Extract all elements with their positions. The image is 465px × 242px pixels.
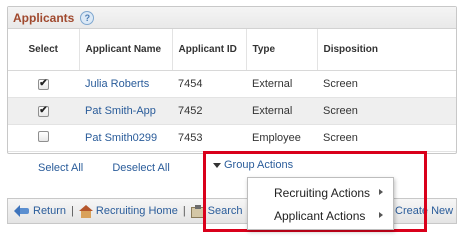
applicant-name-link[interactable]: Pat Smith-App — [85, 105, 156, 117]
deselect-all-link[interactable]: Deselect All — [112, 162, 169, 174]
applicant-disposition: Screen — [317, 70, 456, 98]
column-header-disposition: Disposition — [316, 29, 456, 71]
applicants-panel: Applicants ? Select Applicant Name Appli… — [7, 6, 457, 154]
caret-down-icon — [213, 162, 221, 168]
table-row: ✔ Julia Roberts 7454 External Screen — [8, 70, 456, 98]
chevron-right-icon — [379, 189, 383, 195]
applicant-type: External — [246, 97, 317, 125]
group-actions-menu: Recruiting Actions Applicant Actions — [247, 177, 394, 230]
column-header-type: Type — [245, 29, 317, 71]
applicant-type: External — [246, 70, 317, 98]
applicant-type: Employee — [246, 124, 317, 152]
group-actions-button[interactable]: Group Actions — [213, 159, 293, 171]
recruiting-home-label: Recruiting Home — [95, 205, 178, 217]
table-header-row: Select Applicant Name Applicant ID Type … — [8, 29, 456, 71]
column-header-applicant-name: Applicant Name — [78, 29, 172, 71]
applicant-disposition: Screen — [317, 97, 456, 125]
panel-header: Applicants ? — [8, 7, 456, 29]
table-row: Pat Smith0299 7453 Employee Screen — [8, 124, 456, 152]
footer-separator: | — [182, 205, 186, 217]
home-icon — [78, 204, 93, 218]
table-row: ✔ Pat Smith-App 7452 External Screen — [8, 97, 456, 125]
return-link[interactable]: Return — [14, 205, 66, 217]
select-all-link[interactable]: Select All — [38, 162, 83, 174]
applicant-disposition: Screen — [317, 124, 456, 152]
menu-item-applicant-actions[interactable]: Applicant Actions — [248, 205, 393, 226]
menu-item-label: Recruiting Actions — [274, 185, 371, 200]
return-label: Return — [33, 205, 67, 217]
selection-links: Select All Deselect All — [38, 162, 196, 174]
column-header-applicant-id: Applicant ID — [171, 29, 246, 71]
applicant-name-link[interactable]: Pat Smith0299 — [85, 132, 157, 144]
menu-item-label: Applicant Actions — [274, 208, 366, 223]
column-header-select: Select — [8, 29, 79, 71]
recruiting-home-link[interactable]: Recruiting Home — [78, 204, 178, 218]
select-checkbox[interactable] — [38, 130, 49, 142]
help-icon[interactable]: ? — [80, 10, 95, 25]
panel-title: Applicants — [13, 10, 75, 25]
chevron-right-icon — [379, 212, 383, 218]
applicant-id: 7454 — [172, 70, 246, 98]
select-checkbox[interactable]: ✔ — [38, 78, 49, 90]
group-actions-label: Group Actions — [224, 159, 294, 171]
select-checkbox[interactable]: ✔ — [38, 105, 49, 117]
footer-separator: | — [71, 205, 74, 217]
applicant-id: 7452 — [172, 97, 246, 125]
applicant-id: 7453 — [172, 124, 246, 152]
return-arrow-icon — [14, 205, 30, 217]
applicants-table: Select Applicant Name Applicant ID Type … — [8, 29, 456, 152]
menu-item-recruiting-actions[interactable]: Recruiting Actions — [248, 182, 393, 203]
applicant-name-link[interactable]: Julia Roberts — [85, 78, 149, 90]
